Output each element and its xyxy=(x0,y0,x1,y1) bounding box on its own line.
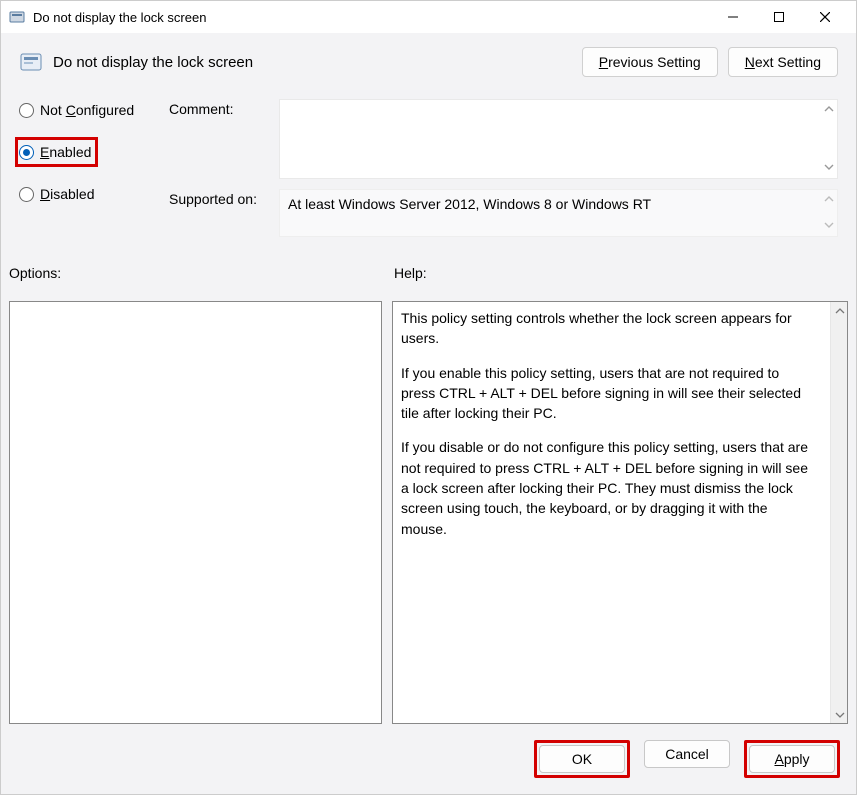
ok-button[interactable]: OK xyxy=(539,745,625,773)
radio-group: Not Configured Enabled Disabled xyxy=(19,99,169,247)
help-label: Help: xyxy=(394,265,838,281)
help-scrollbar[interactable] xyxy=(830,302,847,723)
minimize-button[interactable] xyxy=(710,1,756,33)
options-panel xyxy=(9,301,382,724)
highlight-ok: OK xyxy=(534,740,630,778)
meta-column: Comment: Supported on: At least Windows … xyxy=(169,99,838,247)
radio-not-configured-input[interactable] xyxy=(19,103,34,118)
cancel-button[interactable]: Cancel xyxy=(644,740,730,768)
radio-enabled-label: Enabled xyxy=(40,144,91,160)
help-paragraph-3: If you disable or do not configure this … xyxy=(401,437,808,538)
help-panel: This policy setting controls whether the… xyxy=(392,301,848,724)
policy-editor-window: Do not display the lock screen Do not di… xyxy=(0,0,857,795)
supported-row: Supported on: At least Windows Server 20… xyxy=(169,189,838,237)
help-text: This policy setting controls whether the… xyxy=(393,302,830,723)
supported-label: Supported on: xyxy=(169,189,279,237)
section-labels: Options: Help: xyxy=(1,259,856,283)
comment-label: Comment: xyxy=(169,99,279,179)
radio-enabled-input[interactable] xyxy=(19,145,34,160)
help-paragraph-2: If you enable this policy setting, users… xyxy=(401,363,808,424)
highlight-apply: Apply xyxy=(744,740,840,778)
policy-title: Do not display the lock screen xyxy=(53,54,253,71)
panels: This policy setting controls whether the… xyxy=(1,283,856,730)
next-setting-button[interactable]: Next Setting xyxy=(728,47,838,77)
radio-disabled-label: Disabled xyxy=(40,186,95,202)
supported-value-box: At least Windows Server 2012, Windows 8 … xyxy=(279,189,838,237)
close-button[interactable] xyxy=(802,1,848,33)
radio-enabled[interactable]: Enabled xyxy=(19,141,91,163)
scroll-down-icon[interactable] xyxy=(831,706,848,723)
scroll-up-icon[interactable] xyxy=(823,102,835,118)
dialog-footer: OK Cancel Apply xyxy=(1,730,856,794)
titlebar: Do not display the lock screen xyxy=(1,1,856,33)
scroll-down-icon[interactable] xyxy=(823,160,835,176)
apply-button[interactable]: Apply xyxy=(749,745,835,773)
window-title: Do not display the lock screen xyxy=(33,10,206,25)
options-label: Options: xyxy=(9,265,394,281)
scroll-up-icon[interactable] xyxy=(823,192,835,208)
highlight-enabled: Enabled xyxy=(15,137,98,167)
scroll-down-icon[interactable] xyxy=(823,218,835,234)
radio-not-configured[interactable]: Not Configured xyxy=(19,99,169,121)
help-paragraph-1: This policy setting controls whether the… xyxy=(401,308,808,349)
toolbar: Do not display the lock screen Previous … xyxy=(1,33,856,99)
comment-textarea[interactable] xyxy=(279,99,838,179)
comment-row: Comment: xyxy=(169,99,838,179)
previous-setting-button[interactable]: Previous Setting xyxy=(582,47,718,77)
maximize-button[interactable] xyxy=(756,1,802,33)
policy-icon xyxy=(19,50,43,74)
radio-disabled-input[interactable] xyxy=(19,187,34,202)
scroll-up-icon[interactable] xyxy=(831,302,848,319)
supported-value: At least Windows Server 2012, Windows 8 … xyxy=(288,196,651,212)
app-icon xyxy=(9,9,25,25)
config-area: Not Configured Enabled Disabled Comment: xyxy=(1,99,856,259)
radio-not-configured-label: Not Configured xyxy=(40,102,134,118)
radio-disabled[interactable]: Disabled xyxy=(19,183,169,205)
